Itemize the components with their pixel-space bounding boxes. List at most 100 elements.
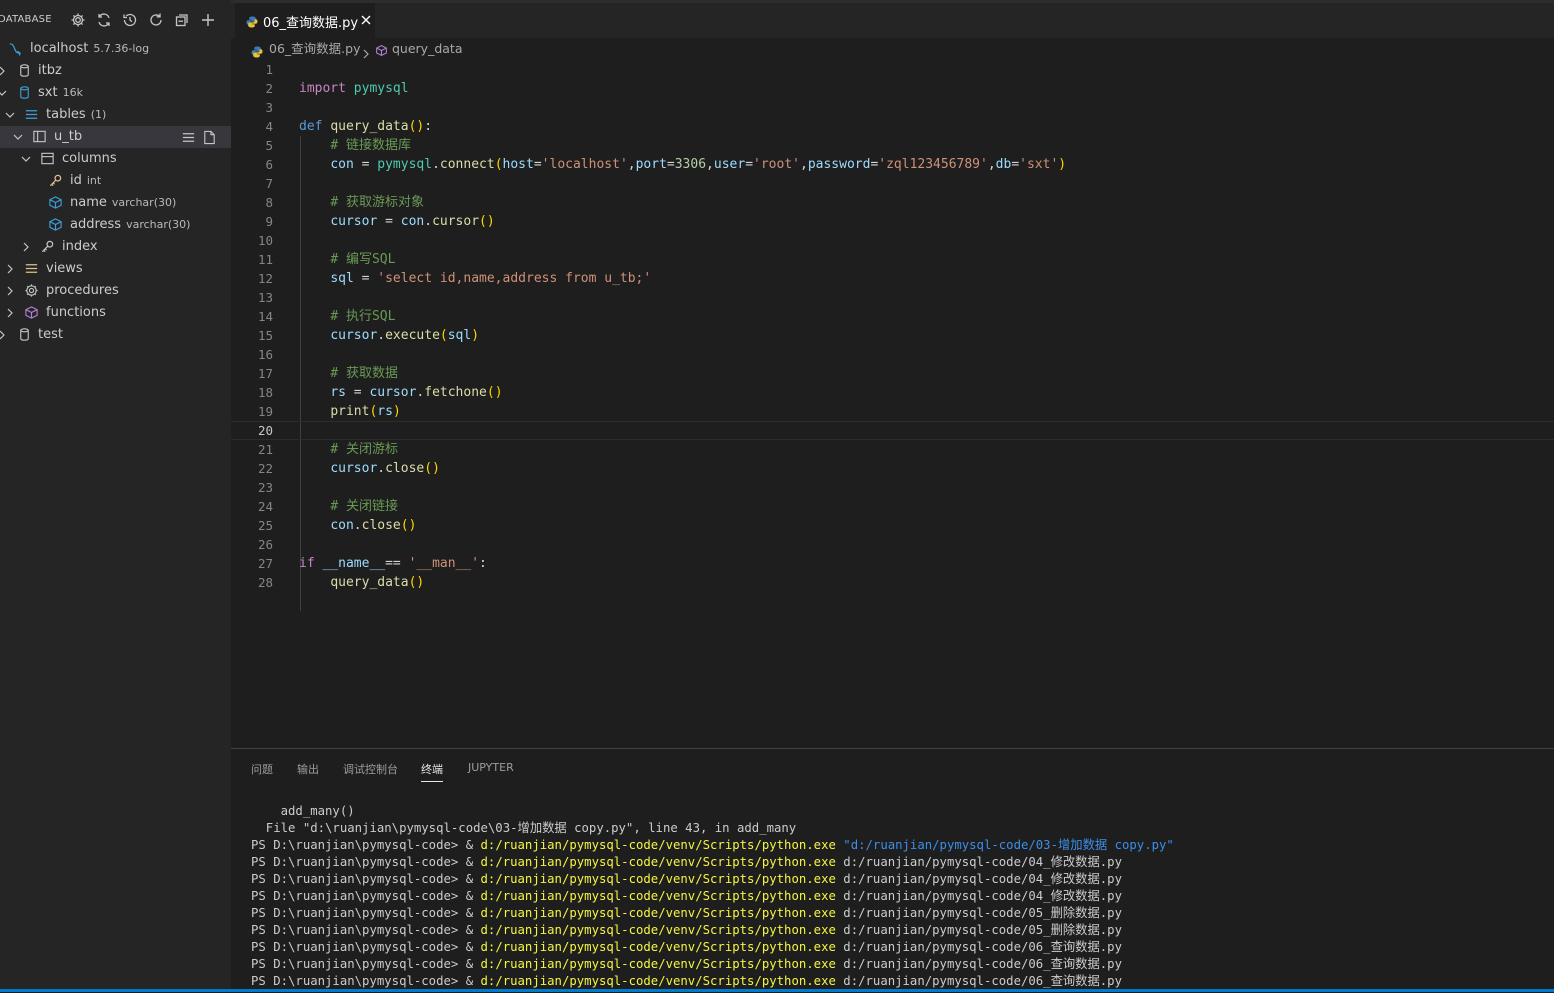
code-line[interactable]: 4 def query_data(): <box>231 117 1554 136</box>
tree-item-tables[interactable]: tables (1) <box>0 104 231 126</box>
chevron-down-icon[interactable] <box>12 126 26 148</box>
line-number: 14 <box>257 309 273 324</box>
tree-item-columns[interactable]: columns <box>0 148 231 170</box>
line-number: 18 <box>257 385 273 400</box>
code-token: connect <box>439 157 495 172</box>
list-icon <box>24 104 40 126</box>
code-line[interactable]: 10 <box>231 231 1554 250</box>
tree-item-functions[interactable]: functions <box>0 302 231 324</box>
python-file-icon <box>246 13 258 28</box>
add-icon[interactable] <box>199 11 217 29</box>
code-string: 'zql123456789' <box>878 157 988 172</box>
code-token: rs <box>377 404 393 419</box>
code-line[interactable]: 25 con.close() <box>231 516 1554 535</box>
code-line[interactable]: 23 <box>231 478 1554 497</box>
tree-item-col-address[interactable]: address varchar(30) <box>0 214 231 236</box>
terminal-arg: d:/ruanjian/pymysql-code/04_修改数据.py <box>843 889 1122 903</box>
code-line-current[interactable]: 20 <box>231 421 1554 440</box>
collapse-all-icon[interactable] <box>173 11 191 29</box>
code-line[interactable]: 28 query_data() <box>231 573 1554 592</box>
new-file-icon[interactable] <box>202 126 218 148</box>
tree-item-itbz[interactable]: itbz <box>0 60 231 82</box>
tab-problems[interactable]: 问题 <box>251 761 273 781</box>
chevron-right-icon[interactable] <box>4 280 18 302</box>
chevron-right-icon[interactable] <box>20 236 34 258</box>
terminal-prompt: PS D:\ruanjian\pymysql-code> & <box>251 855 481 869</box>
chevron-right-icon[interactable] <box>4 258 18 280</box>
terminal-line: add_many() <box>251 804 355 818</box>
field-icon <box>48 192 64 214</box>
code-line[interactable]: 12 sql = 'select id,name,address from u_… <box>231 269 1554 288</box>
code-line[interactable]: 2 import pymysql <box>231 79 1554 98</box>
tab-debug-console[interactable]: 调试控制台 <box>343 761 398 781</box>
tree-item-u_tb[interactable]: u_tb <box>0 126 231 148</box>
reload-icon[interactable] <box>147 11 165 29</box>
code-line[interactable]: 9 cursor = con.cursor() <box>231 212 1554 231</box>
tree-item-col-name[interactable]: name varchar(30) <box>0 192 231 214</box>
tab-06-query-data[interactable]: 06_查询数据.py <box>235 3 375 38</box>
chevron-right-icon[interactable] <box>0 324 10 346</box>
code-number: 3306 <box>674 157 707 172</box>
key-icon <box>48 170 64 192</box>
code-line[interactable]: 7 <box>231 174 1554 193</box>
terminal-exe: d:/ruanjian/pymysql-code/venv/Scripts/py… <box>480 940 836 954</box>
database-icon <box>17 60 33 82</box>
cube-icon <box>24 302 40 324</box>
code-line[interactable]: 22 cursor.close() <box>231 459 1554 478</box>
code-line[interactable]: 27 if __name__== '__man__': <box>231 554 1554 573</box>
code-line[interactable]: 14 # 执行SQL <box>231 307 1554 326</box>
line-number: 22 <box>257 461 273 476</box>
line-number: 25 <box>257 518 273 533</box>
history-icon[interactable] <box>121 11 139 29</box>
gear-icon[interactable] <box>69 11 87 29</box>
code-line[interactable]: 16 <box>231 345 1554 364</box>
close-icon[interactable] <box>359 12 373 26</box>
tree-item-views[interactable]: views <box>0 258 231 280</box>
tree-item-test[interactable]: test <box>0 324 231 346</box>
code-line[interactable]: 5 # 链接数据库 <box>231 136 1554 155</box>
code-line[interactable]: 24 # 关闭链接 <box>231 497 1554 516</box>
code-line[interactable]: 17 # 获取数据 <box>231 364 1554 383</box>
tree-item-col-id[interactable]: id int <box>0 170 231 192</box>
code-line[interactable]: 1 <box>231 60 1554 79</box>
list-icon[interactable] <box>181 126 197 148</box>
refresh-icon[interactable] <box>95 11 113 29</box>
code-token: import <box>299 81 346 96</box>
chevron-right-icon[interactable] <box>0 60 10 82</box>
terminal-line: PS D:\ruanjian\pymysql-code> & d:/ruanji… <box>251 939 1551 956</box>
code-editor[interactable]: 1 2 import pymysql 3 4 def query_data(): 5… <box>231 60 1554 748</box>
code-line[interactable]: 18 rs = cursor.fetchone() <box>231 383 1554 402</box>
chevron-down-icon[interactable] <box>20 148 34 170</box>
code-line[interactable]: 13 <box>231 288 1554 307</box>
tree-item-localhost[interactable]: localhost 5.7.36-log <box>0 38 231 60</box>
chevron-down-icon[interactable] <box>0 82 10 104</box>
tab-output[interactable]: 输出 <box>297 761 319 781</box>
terminal-output[interactable]: add_many() File "d:\ruanjian\pymysql-cod… <box>251 803 1551 990</box>
chevron-right-icon[interactable] <box>4 302 18 324</box>
procedures-label: procedures <box>46 283 119 298</box>
tree-item-index[interactable]: index <box>0 236 231 258</box>
tab-label: 06_查询数据.py <box>263 16 359 31</box>
code-line[interactable]: 11 # 编写SQL <box>231 250 1554 269</box>
line-number: 10 <box>257 233 273 248</box>
gear-icon <box>24 280 40 302</box>
tab-jupyter[interactable]: JUPYTER <box>468 761 514 781</box>
code-line[interactable]: 8 # 获取游标对象 <box>231 193 1554 212</box>
line-number: 20 <box>257 423 273 438</box>
tab-terminal[interactable]: 终端 <box>421 761 443 782</box>
tree-item-procedures[interactable]: procedures <box>0 280 231 302</box>
code-line[interactable]: 3 <box>231 98 1554 117</box>
column-type: varchar(30) <box>126 218 191 231</box>
terminal-prompt: PS D:\ruanjian\pymysql-code> & <box>251 923 481 937</box>
code-line[interactable]: 15 cursor.execute(sql) <box>231 326 1554 345</box>
list-icon <box>24 258 40 280</box>
breadcrumb-file[interactable]: 06_查询数据.py <box>269 38 360 60</box>
tree-item-sxt[interactable]: sxt 16k <box>0 82 231 104</box>
breadcrumb-symbol[interactable]: query_data <box>392 38 463 60</box>
code-line[interactable]: 19 print(rs) <box>231 402 1554 421</box>
code-line[interactable]: 21 # 关闭游标 <box>231 440 1554 459</box>
column-type: int <box>86 174 102 187</box>
code-line[interactable]: 6 con = pymysql.connect(host='localhost'… <box>231 155 1554 174</box>
chevron-down-icon[interactable] <box>4 104 18 126</box>
code-line[interactable]: 26 <box>231 535 1554 554</box>
